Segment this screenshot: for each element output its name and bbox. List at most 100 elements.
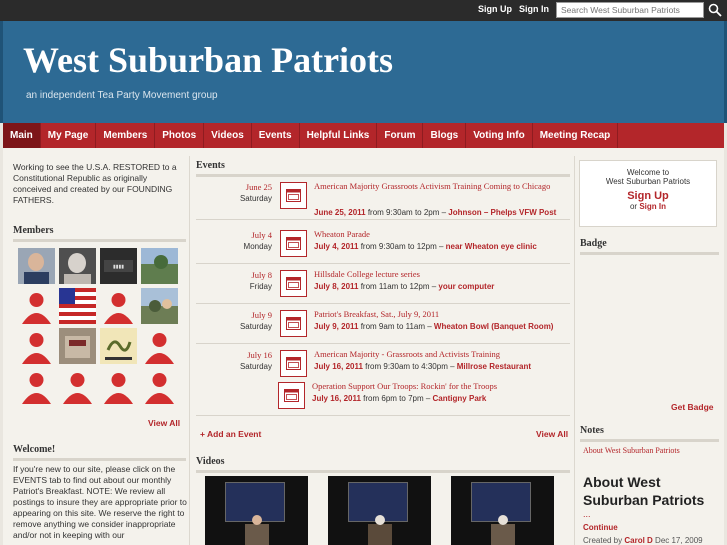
calendar-icon — [280, 350, 307, 377]
members-view-all-link[interactable]: View All — [148, 418, 180, 428]
nav-forum[interactable]: Forum — [377, 123, 424, 148]
member-avatar[interactable] — [59, 328, 96, 364]
note-author-link[interactable]: Carol D — [624, 536, 652, 545]
event-title[interactable]: Hillsdale College lecture series — [314, 268, 564, 281]
member-avatar-default[interactable] — [59, 368, 96, 404]
get-badge-link[interactable]: Get Badge — [671, 402, 714, 412]
event-day: Saturday — [239, 322, 272, 331]
videos-heading: Videos — [196, 456, 570, 473]
member-avatar[interactable] — [141, 248, 178, 284]
member-avatar-default[interactable] — [18, 328, 55, 364]
nav-meeting-recap[interactable]: Meeting Recap — [533, 123, 619, 148]
svg-text:▮▮▮▮: ▮▮▮▮ — [113, 264, 124, 270]
event-item[interactable]: July 16 Saturday American Majority - Gra… — [196, 344, 570, 416]
member-avatar-default[interactable] — [18, 368, 55, 404]
site-tagline: an independent Tea Party Movement group — [26, 90, 218, 101]
event-when: June 25, 2011 — [314, 208, 366, 217]
event-date: July 16 — [247, 350, 272, 360]
badge-heading: Badge — [580, 238, 719, 255]
event-location[interactable]: Cantigny Park — [433, 394, 487, 403]
event-title[interactable]: Patriot's Breakfast, Sat., July 9, 2011 — [314, 308, 564, 321]
member-avatar[interactable] — [59, 248, 96, 284]
member-avatar[interactable] — [141, 288, 178, 324]
event-item[interactable]: July 8 Friday Hillsdale College lecture … — [196, 264, 570, 304]
note-title-link[interactable]: About West Suburban Patriots — [583, 446, 680, 455]
notes-heading: Notes — [580, 425, 719, 442]
event-when: July 8, 2011 — [314, 282, 359, 291]
event-day: Friday — [249, 282, 272, 291]
event-title[interactable]: American Majority - Grassroots and Activ… — [314, 348, 564, 361]
nav-videos[interactable]: Videos — [204, 123, 252, 148]
signin-button[interactable]: Sign In — [639, 202, 666, 211]
event-date: July 4 — [251, 230, 272, 240]
event-item[interactable]: July 4 Monday Wheaton Parade July 4, 201… — [196, 224, 570, 264]
event-when: July 9, 2011 — [314, 322, 359, 331]
column-divider — [189, 156, 190, 545]
events-heading: Events — [196, 160, 570, 177]
member-avatar-default[interactable] — [100, 368, 137, 404]
member-avatar[interactable] — [100, 328, 137, 364]
page-content: Working to see the U.S.A. RESTORED to a … — [3, 148, 724, 545]
member-avatar-default[interactable] — [141, 368, 178, 404]
site-title[interactable]: West Suburban Patriots — [23, 39, 393, 81]
note-heading: About West Suburban Patriots — [583, 474, 705, 508]
event-day: Saturday — [239, 194, 272, 203]
signin-line: or Sign In — [580, 202, 716, 211]
event-location[interactable]: Wheaton Bowl (Banquet Room) — [434, 322, 554, 331]
nav-helpful-links[interactable]: Helpful Links — [300, 123, 378, 148]
event-item[interactable]: June 25 Saturday American Majority Grass… — [196, 179, 570, 220]
event-when: July 16, 2011 — [312, 394, 361, 403]
calendar-icon — [280, 230, 307, 257]
member-avatar-default[interactable] — [100, 288, 137, 324]
event-location[interactable]: near Wheaton eye clinic — [446, 242, 537, 251]
event-when: July 4, 2011 — [314, 242, 359, 251]
created-prefix: Created by — [583, 536, 625, 545]
add-event-link[interactable]: + Add an Event — [200, 429, 261, 439]
nav-main[interactable]: Main — [3, 123, 41, 148]
nav-members[interactable]: Members — [96, 123, 156, 148]
event-title[interactable]: Wheaton Parade — [314, 228, 564, 241]
member-avatar-default[interactable] — [18, 288, 55, 324]
note-continue-link[interactable]: Continue — [583, 523, 618, 532]
event-item[interactable]: July 9 Saturday Patriot's Breakfast, Sat… — [196, 304, 570, 344]
signup-button[interactable]: Sign Up — [580, 190, 716, 202]
event-location[interactable]: Johnson – Phelps VFW Post — [448, 208, 556, 217]
video-thumbnail[interactable] — [328, 476, 431, 545]
group-description: Working to see the U.S.A. RESTORED to a … — [13, 162, 177, 205]
main-nav: Main My Page Members Photos Videos Event… — [3, 123, 724, 148]
member-avatar[interactable]: ▮▮▮▮ — [100, 248, 137, 284]
search-icon[interactable] — [704, 1, 726, 19]
top-bar: Sign Up Sign In — [0, 0, 727, 21]
signup-link[interactable]: Sign Up — [478, 4, 512, 14]
welcome-heading: Welcome! — [13, 444, 186, 461]
event-title[interactable]: American Majority Grassroots Activism Tr… — [314, 180, 564, 193]
event-info: July 8, 2011 from 11am to 12pm – your co… — [314, 281, 570, 292]
site-header: West Suburban Patriots an independent Te… — [0, 21, 727, 123]
member-avatar[interactable] — [59, 288, 96, 324]
event-time: from 11am to 12pm – — [358, 282, 439, 291]
nav-photos[interactable]: Photos — [155, 123, 205, 148]
members-grid: ▮▮▮▮ — [18, 248, 183, 404]
event-date: July 8 — [251, 270, 272, 280]
video-thumbnail[interactable] — [451, 476, 554, 545]
member-avatar[interactable] — [18, 248, 55, 284]
nav-voting-info[interactable]: Voting Info — [466, 123, 533, 148]
nav-blogs[interactable]: Blogs — [423, 123, 467, 148]
nav-my-page[interactable]: My Page — [41, 123, 97, 148]
event-title[interactable]: Operation Support Our Troops: Rockin' fo… — [312, 380, 562, 393]
nav-events[interactable]: Events — [252, 123, 300, 148]
calendar-icon — [278, 382, 305, 409]
search-input[interactable] — [556, 2, 704, 18]
member-avatar-default[interactable] — [141, 328, 178, 364]
event-location[interactable]: Millrose Restaurant — [457, 362, 531, 371]
signin-link[interactable]: Sign In — [519, 4, 549, 14]
video-thumbnail[interactable] — [205, 476, 308, 545]
event-info: July 16, 2011 from 9:30am to 4:30pm – Mi… — [314, 361, 570, 372]
event-info: July 16, 2011 from 6pm to 7pm – Cantigny… — [312, 393, 568, 404]
calendar-icon — [280, 310, 307, 337]
events-view-all-link[interactable]: View All — [536, 429, 568, 439]
calendar-icon — [280, 182, 307, 209]
members-heading: Members — [13, 225, 186, 242]
calendar-icon — [280, 270, 307, 297]
event-location[interactable]: your computer — [438, 282, 494, 291]
